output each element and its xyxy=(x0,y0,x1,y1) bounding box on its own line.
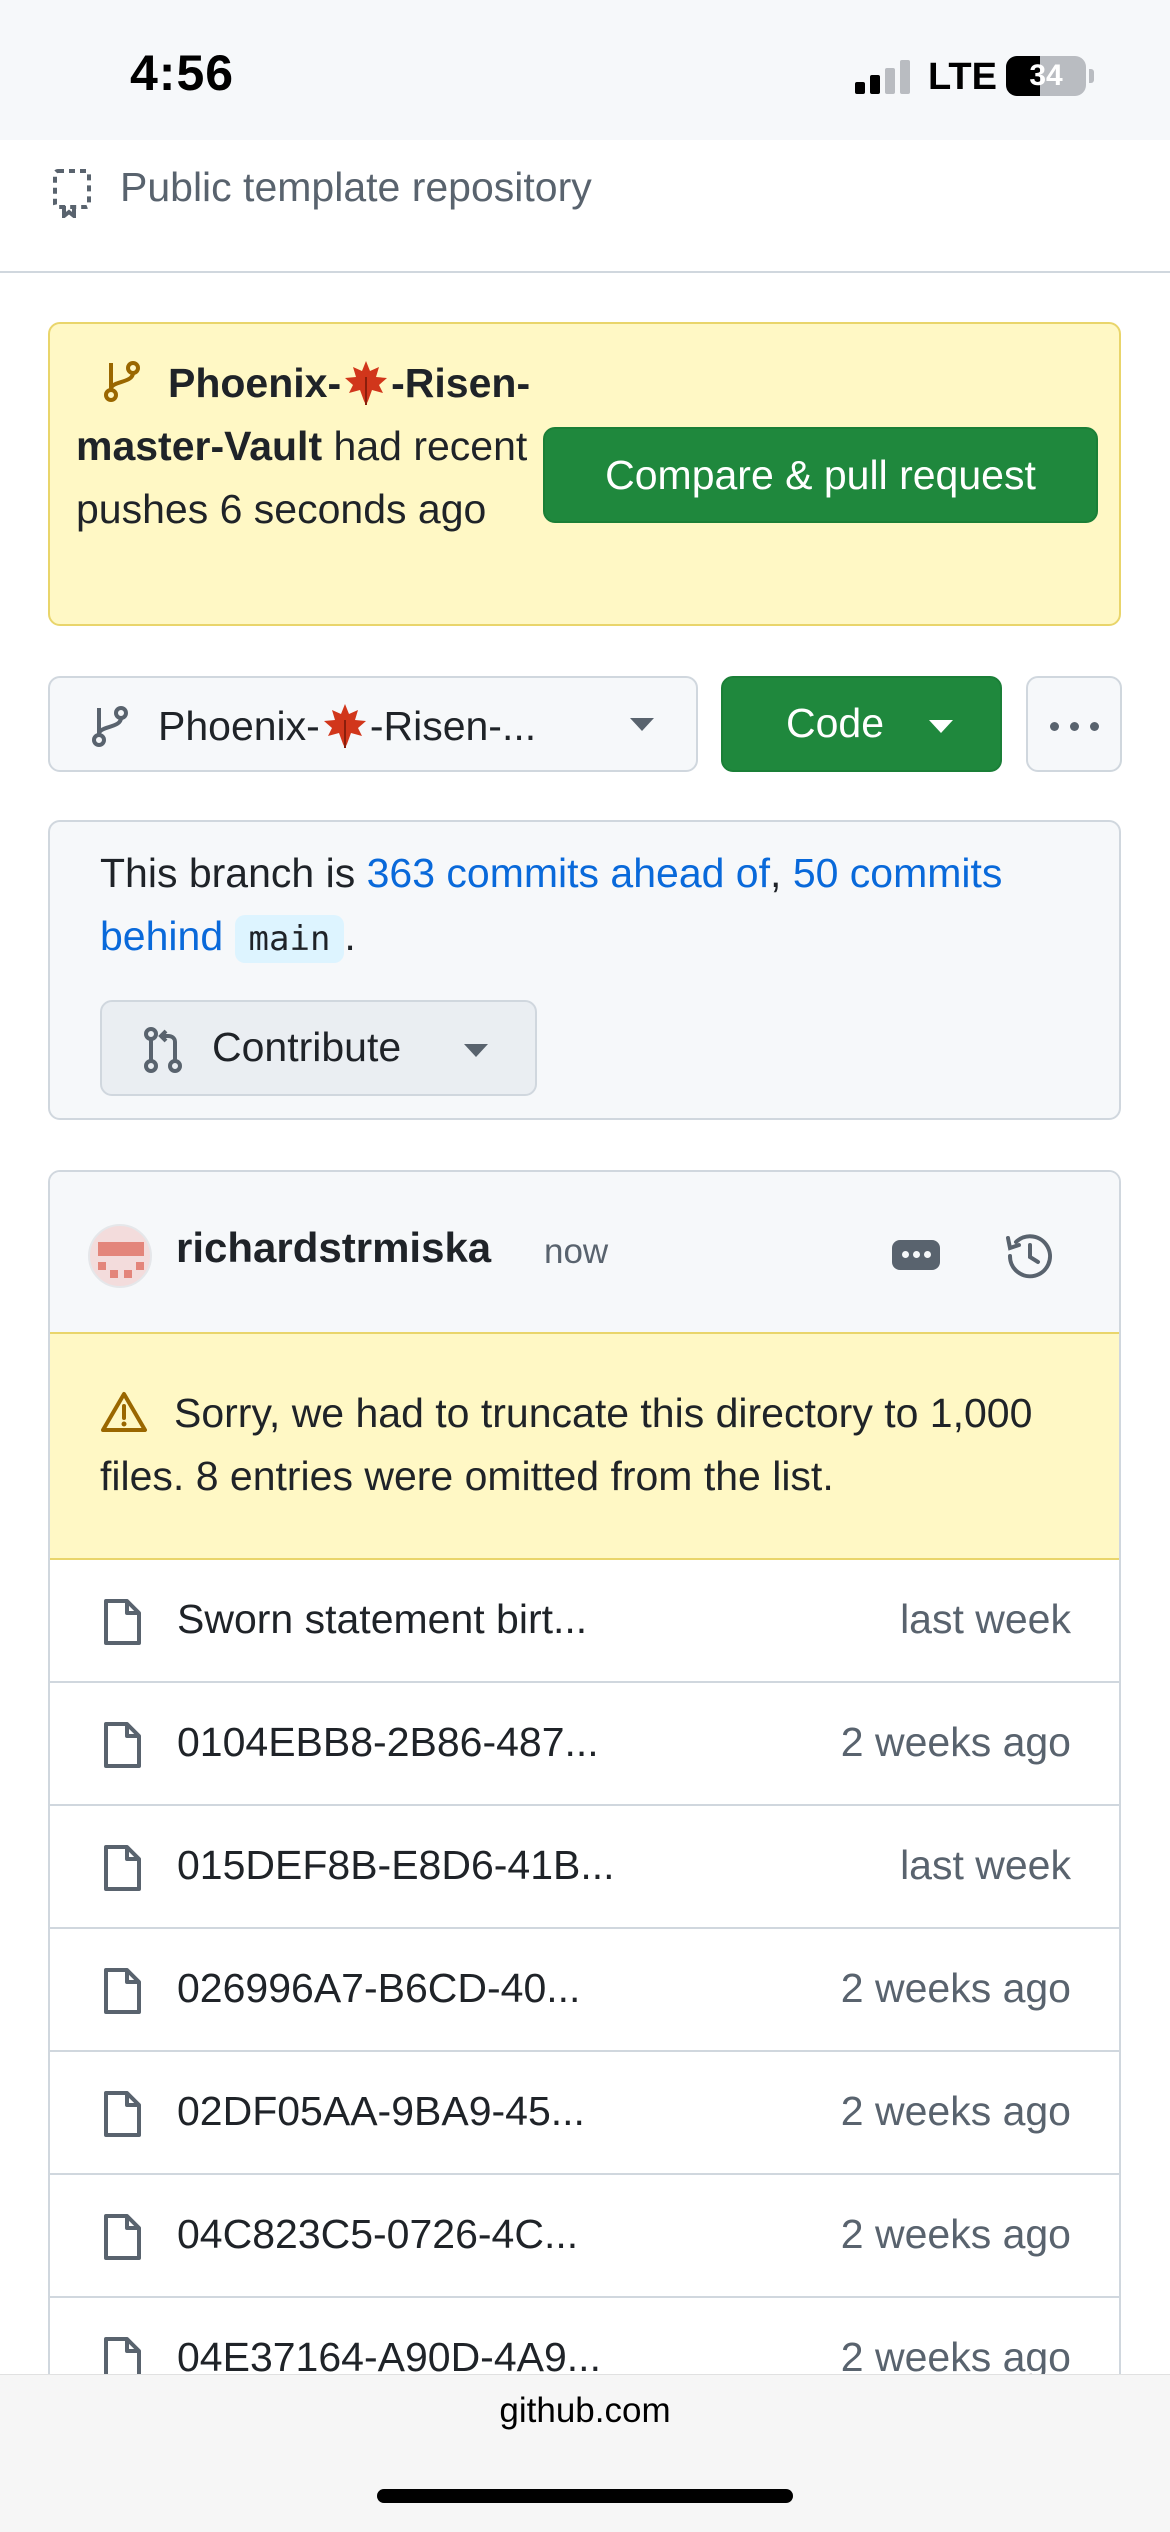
file-date: 2 weeks ago xyxy=(840,2211,1071,2257)
file-icon xyxy=(104,1599,141,1645)
base-branch-label: main xyxy=(234,915,345,963)
commit-author[interactable]: richardstrmiska xyxy=(176,1224,491,1272)
chevron-down-icon xyxy=(929,720,953,733)
status-time: 4:56 xyxy=(130,45,235,101)
signal-icon xyxy=(855,60,915,94)
battery-level: 34 xyxy=(1029,59,1063,92)
file-name[interactable]: 015DEF8B-E8D6-41B... xyxy=(177,1842,615,1889)
comparison-prefix: This branch is xyxy=(100,850,367,896)
truncate-warning-text: Sorry, we had to truncate this directory… xyxy=(100,1390,1033,1499)
file-icon xyxy=(104,2091,141,2137)
file-name[interactable]: Sworn statement birt... xyxy=(177,1596,587,1643)
file-name[interactable]: 04C823C5-0726-4C... xyxy=(177,2211,578,2258)
comparison-suffix: . xyxy=(344,913,356,959)
commit-message-toggle[interactable] xyxy=(892,1240,940,1270)
code-button-label: Code xyxy=(786,700,885,746)
file-date: 2 weeks ago xyxy=(840,2088,1071,2134)
branch-selector-label: Phoenix- -Risen-... xyxy=(158,700,536,750)
branch-comparison-box: This branch is 363 commits ahead of, 50 … xyxy=(48,820,1121,1120)
contribute-label: Contribute xyxy=(212,1024,402,1070)
contribute-button[interactable]: Contribute xyxy=(100,1000,537,1096)
file-date: 2 weeks ago xyxy=(840,1965,1071,2011)
file-row[interactable]: 015DEF8B-E8D6-41B... last week xyxy=(50,1806,1119,1929)
file-icon xyxy=(104,1968,141,2014)
battery-icon: 34 xyxy=(1006,56,1086,96)
avatar[interactable] xyxy=(88,1224,152,1288)
commits-ahead-link[interactable]: 363 commits ahead of xyxy=(367,850,770,896)
file-row[interactable]: Sworn statement birt... last week xyxy=(50,1560,1119,1683)
file-rows: Sworn statement birt... last week 0104EB… xyxy=(50,1560,1119,2421)
git-branch-icon xyxy=(92,706,128,747)
file-date: last week xyxy=(900,1842,1071,1888)
chevron-down-icon xyxy=(630,718,654,731)
file-date: last week xyxy=(900,1596,1071,1642)
repo-template-icon xyxy=(53,169,91,218)
status-bar: 4:56 LTE 34 xyxy=(0,0,1170,140)
file-row[interactable]: 026996A7-B6CD-40... 2 weeks ago xyxy=(50,1929,1119,2052)
file-date: 2 weeks ago xyxy=(840,1719,1071,1765)
battery-tip xyxy=(1089,69,1094,83)
url-text[interactable]: github.com xyxy=(0,2391,1170,2431)
latest-commit-header: richardstrmiska now xyxy=(50,1172,1119,1332)
file-name[interactable]: 0104EBB8-2B86-487... xyxy=(177,1719,599,1766)
maple-leaf-icon xyxy=(345,361,388,405)
file-row[interactable]: 02DF05AA-9BA9-45... 2 weeks ago xyxy=(50,2052,1119,2175)
commit-time: now xyxy=(544,1232,609,1271)
truncate-warning-banner: Sorry, we had to truncate this directory… xyxy=(50,1332,1119,1560)
git-pull-request-icon xyxy=(144,1027,182,1073)
history-icon[interactable] xyxy=(1002,1228,1058,1284)
file-row[interactable]: 04C823C5-0726-4C... 2 weeks ago xyxy=(50,2175,1119,2298)
file-icon xyxy=(104,1845,141,1891)
file-row[interactable]: 0104EBB8-2B86-487... 2 weeks ago xyxy=(50,1683,1119,1806)
compare-pull-request-button[interactable]: Compare & pull request xyxy=(543,427,1098,523)
browser-url-bar[interactable]: github.com xyxy=(0,2374,1170,2532)
branch-name-suffix: -Risen-... xyxy=(369,703,537,749)
maple-leaf-icon xyxy=(323,704,366,748)
file-icon xyxy=(104,2214,141,2260)
home-indicator[interactable] xyxy=(377,2489,793,2503)
branch-comparison-text: This branch is 363 commits ahead of, 50 … xyxy=(100,842,1080,971)
push-branch-prefix: Phoenix- xyxy=(168,360,342,406)
branch-selector[interactable]: Phoenix- -Risen-... xyxy=(48,676,698,772)
more-options-button[interactable] xyxy=(1026,676,1122,772)
file-list: richardstrmiska now Sorry, we had to tru… xyxy=(48,1170,1121,2532)
branch-name-prefix: Phoenix- xyxy=(158,703,320,749)
file-name[interactable]: 026996A7-B6CD-40... xyxy=(177,1965,580,2012)
repo-visibility-label: Public template repository xyxy=(120,164,592,210)
recent-push-banner: Phoenix- -Risen-master-Vault had recent p… xyxy=(48,322,1121,626)
git-branch-icon xyxy=(104,361,140,402)
comparison-separator: , xyxy=(770,850,793,896)
chevron-down-icon xyxy=(464,1044,488,1057)
recent-push-text: Phoenix- -Risen-master-Vault had recent p… xyxy=(76,352,531,541)
repo-visibility-row: Public template repository xyxy=(0,140,1170,273)
file-icon xyxy=(104,1722,141,1768)
file-name[interactable]: 02DF05AA-9BA9-45... xyxy=(177,2088,585,2135)
network-label: LTE xyxy=(928,56,997,98)
code-button[interactable]: Code xyxy=(721,676,1002,772)
